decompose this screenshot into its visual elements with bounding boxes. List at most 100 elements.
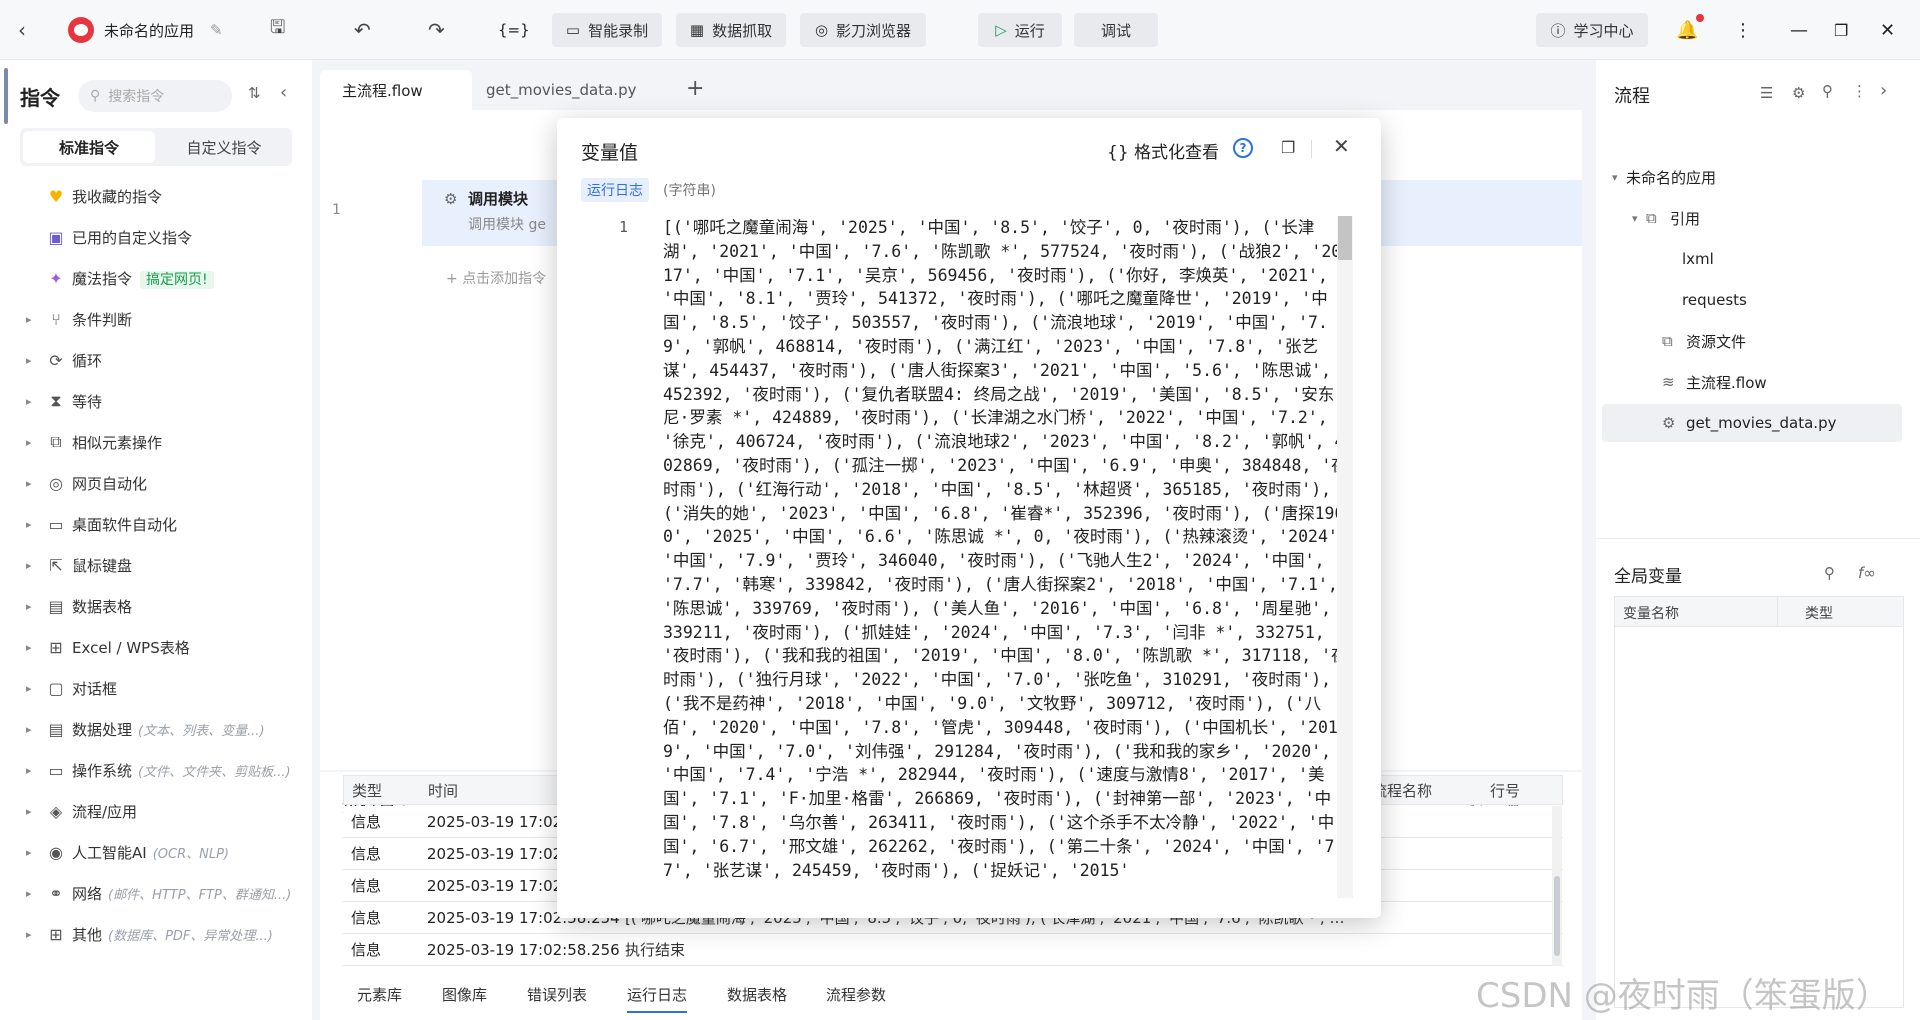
log-type: 信息: [351, 877, 382, 895]
undo-icon[interactable]: ↶: [354, 0, 371, 60]
category-sub: (文件、文件夹、剪贴板...): [138, 764, 291, 780]
collapse-panel-icon[interactable]: ‹: [280, 82, 287, 103]
browser-label: 影刀浏览器: [836, 21, 912, 40]
learn-center-button[interactable]: ⓘ 学习中心: [1536, 13, 1648, 47]
smart-record-button[interactable]: ▭ 智能录制: [552, 13, 662, 47]
tab-main-flow[interactable]: 主流程.flow: [320, 70, 472, 110]
back-icon[interactable]: ‹: [18, 0, 26, 60]
category-item[interactable]: ▸ ◎ 网页自动化: [0, 463, 312, 503]
category-item[interactable]: ▸ ◈ 流程/应用: [0, 791, 312, 831]
bottom-tab[interactable]: 数据表格: [727, 984, 787, 1005]
favorites-item[interactable]: ♥ 我收藏的指令: [0, 176, 312, 216]
help-circle-icon[interactable]: ?: [1233, 138, 1253, 158]
redo-icon[interactable]: ↷: [428, 0, 445, 60]
category-item[interactable]: ▸ ▭ 桌面软件自动化: [0, 504, 312, 544]
log-scrollbar[interactable]: [1552, 806, 1562, 966]
restore-icon[interactable]: ❐: [1834, 0, 1848, 60]
category-sub: (文本、列表、变量...): [138, 723, 265, 739]
category-item[interactable]: ▸ ⟳ 循环: [0, 340, 312, 380]
close-dialog-icon[interactable]: ✕: [1333, 134, 1350, 158]
save-icon[interactable]: 🖫: [270, 0, 285, 60]
add-instruction-hint[interactable]: + 点击添加指令: [446, 268, 546, 288]
category-item[interactable]: ▸ ▤ 数据表格: [0, 586, 312, 626]
tree-resources[interactable]: ⧉ 资源文件: [1602, 322, 1902, 360]
bottom-tab[interactable]: 错误列表: [527, 984, 587, 1005]
category-item[interactable]: ▸ ⧗ 等待: [0, 381, 312, 421]
function-icon[interactable]: f∞: [1858, 564, 1876, 582]
browser-button[interactable]: ◎ 影刀浏览器: [800, 13, 926, 47]
log-type: 信息: [351, 941, 382, 959]
used-custom-item[interactable]: ▣ 已用的自定义指令: [0, 217, 312, 257]
log-row[interactable]: 信息 2025-03-19 17:02:58.256 执行结束: [343, 934, 1563, 966]
category-item[interactable]: ▸ ⊞ 其他 (数据库、PDF、异常处理...): [0, 914, 312, 954]
category-item[interactable]: ▸ ⑂ 条件判断: [0, 299, 312, 339]
tab-custom[interactable]: 自定义指令: [158, 131, 290, 163]
category-item[interactable]: ▸ ◉ 人工智能AI (OCR、NLP): [0, 832, 312, 872]
category-label: 操作系统: [72, 761, 133, 780]
bottom-tab[interactable]: 图像库: [442, 984, 487, 1005]
favorites-label: 我收藏的指令: [72, 187, 163, 206]
variable-value-dialog: 变量值 {} 格式化查看 ? ❐ ✕ 运行日志 (字符串) 1 [('哪吒之魔童…: [557, 118, 1381, 918]
bell-icon[interactable]: 🔔: [1676, 0, 1704, 60]
data-capture-button[interactable]: ▦ 数据抓取: [676, 13, 786, 47]
copy-icon[interactable]: ❐: [1281, 138, 1295, 157]
sort-icon[interactable]: ⇅: [248, 84, 261, 102]
tree-py-file[interactable]: ⚙ get_movies_data.py: [1602, 404, 1902, 442]
tree-main-flow[interactable]: ≋ 主流程.flow: [1602, 363, 1902, 401]
layers-icon[interactable]: ☰: [1760, 84, 1773, 102]
category-item[interactable]: ▸ ▢ 对话框: [0, 668, 312, 708]
search-flow-icon[interactable]: ⚲: [1822, 82, 1833, 100]
close-window-icon[interactable]: ✕: [1880, 0, 1895, 60]
tab-standard[interactable]: 标准指令: [23, 131, 155, 163]
tab-py-file[interactable]: get_movies_data.py: [486, 70, 666, 110]
step-title: 调用模块: [468, 190, 529, 208]
tree-references[interactable]: ▾ ⧉ 引用: [1602, 199, 1902, 237]
log-type: 信息: [351, 909, 382, 927]
run-label: 运行: [1014, 21, 1045, 40]
globals-title: 全局变量: [1614, 567, 1682, 587]
bottom-tab[interactable]: 运行日志: [627, 984, 688, 1013]
hourglass-icon: ⧗: [50, 391, 62, 410]
category-item[interactable]: ▸ ⇱ 鼠标键盘: [0, 545, 312, 585]
category-item[interactable]: ▸ ▤ 数据处理 (文本、列表、变量...): [0, 709, 312, 749]
debug-button[interactable]: 调试: [1074, 13, 1158, 47]
code-scrollbar[interactable]: [1337, 216, 1353, 898]
settings-icon[interactable]: ⚙: [1792, 84, 1805, 102]
debug-label: 调试: [1100, 21, 1131, 40]
panel-scrollbar[interactable]: [4, 68, 8, 124]
tree-requests[interactable]: requests: [1602, 281, 1902, 319]
variable-value-text[interactable]: [('哪吒之魔童闹海', '2025', '中国', '8.5', '饺子', …: [663, 216, 1349, 898]
category-item[interactable]: ▸ ⧉ 相似元素操作: [0, 422, 312, 462]
layers-icon: ◈: [49, 801, 63, 821]
tree-lxml[interactable]: lxml: [1602, 240, 1902, 278]
add-tab-icon[interactable]: +: [686, 76, 704, 101]
magic-item[interactable]: ✦ 魔法指令 搞定网页!: [0, 258, 312, 298]
category-label: 数据表格: [72, 597, 133, 616]
search-globals-icon[interactable]: ⚲: [1824, 564, 1835, 582]
format-view-button[interactable]: {} 格式化查看: [1107, 138, 1219, 163]
more-flow-icon[interactable]: ⋮: [1852, 82, 1867, 100]
log-type: 信息: [351, 845, 382, 863]
bottom-tab[interactable]: 流程参数: [826, 984, 886, 1005]
ai-icon: ◉: [49, 842, 63, 862]
tree-app[interactable]: ▾ 未命名的应用: [1602, 158, 1902, 196]
cursor-icon: ⇱: [49, 555, 63, 575]
collapse-right-icon[interactable]: ›: [1880, 80, 1887, 101]
globals-col-name: 变量名称: [1623, 606, 1679, 622]
edit-title-icon[interactable]: ✎: [210, 0, 223, 60]
category-item[interactable]: ▸ ⊞ Excel / WPS表格: [0, 627, 312, 667]
right-panel: 流程 ☰ ⚙ ⚲ ⋮ › ▾ 未命名的应用 ▾ ⧉ 引用 lxml requests ⧉ 资源文…: [1596, 60, 1920, 1020]
search-input[interactable]: ⚲ 搜索指令: [78, 80, 232, 112]
variables-icon[interactable]: {=}: [498, 0, 530, 60]
category-item[interactable]: ▸ ⚭ 网络 (邮件、HTTP、FTP、群通知...): [0, 873, 312, 913]
minimize-icon[interactable]: —: [1790, 0, 1808, 60]
more-icon[interactable]: ⋮: [1734, 0, 1752, 60]
add-hint-label: 点击添加指令: [462, 271, 547, 287]
category-item[interactable]: ▸ ▭ 操作系统 (文件、文件夹、剪贴板...): [0, 750, 312, 790]
tree-label: 资源文件: [1686, 332, 1747, 351]
category-sub: (邮件、HTTP、FTP、群通知...): [108, 887, 292, 903]
loop-icon: ⟳: [49, 350, 63, 370]
run-button[interactable]: ▷ 运行: [978, 13, 1062, 47]
learn-label: 学习中心: [1573, 21, 1634, 40]
bottom-tab[interactable]: 元素库: [357, 984, 402, 1005]
